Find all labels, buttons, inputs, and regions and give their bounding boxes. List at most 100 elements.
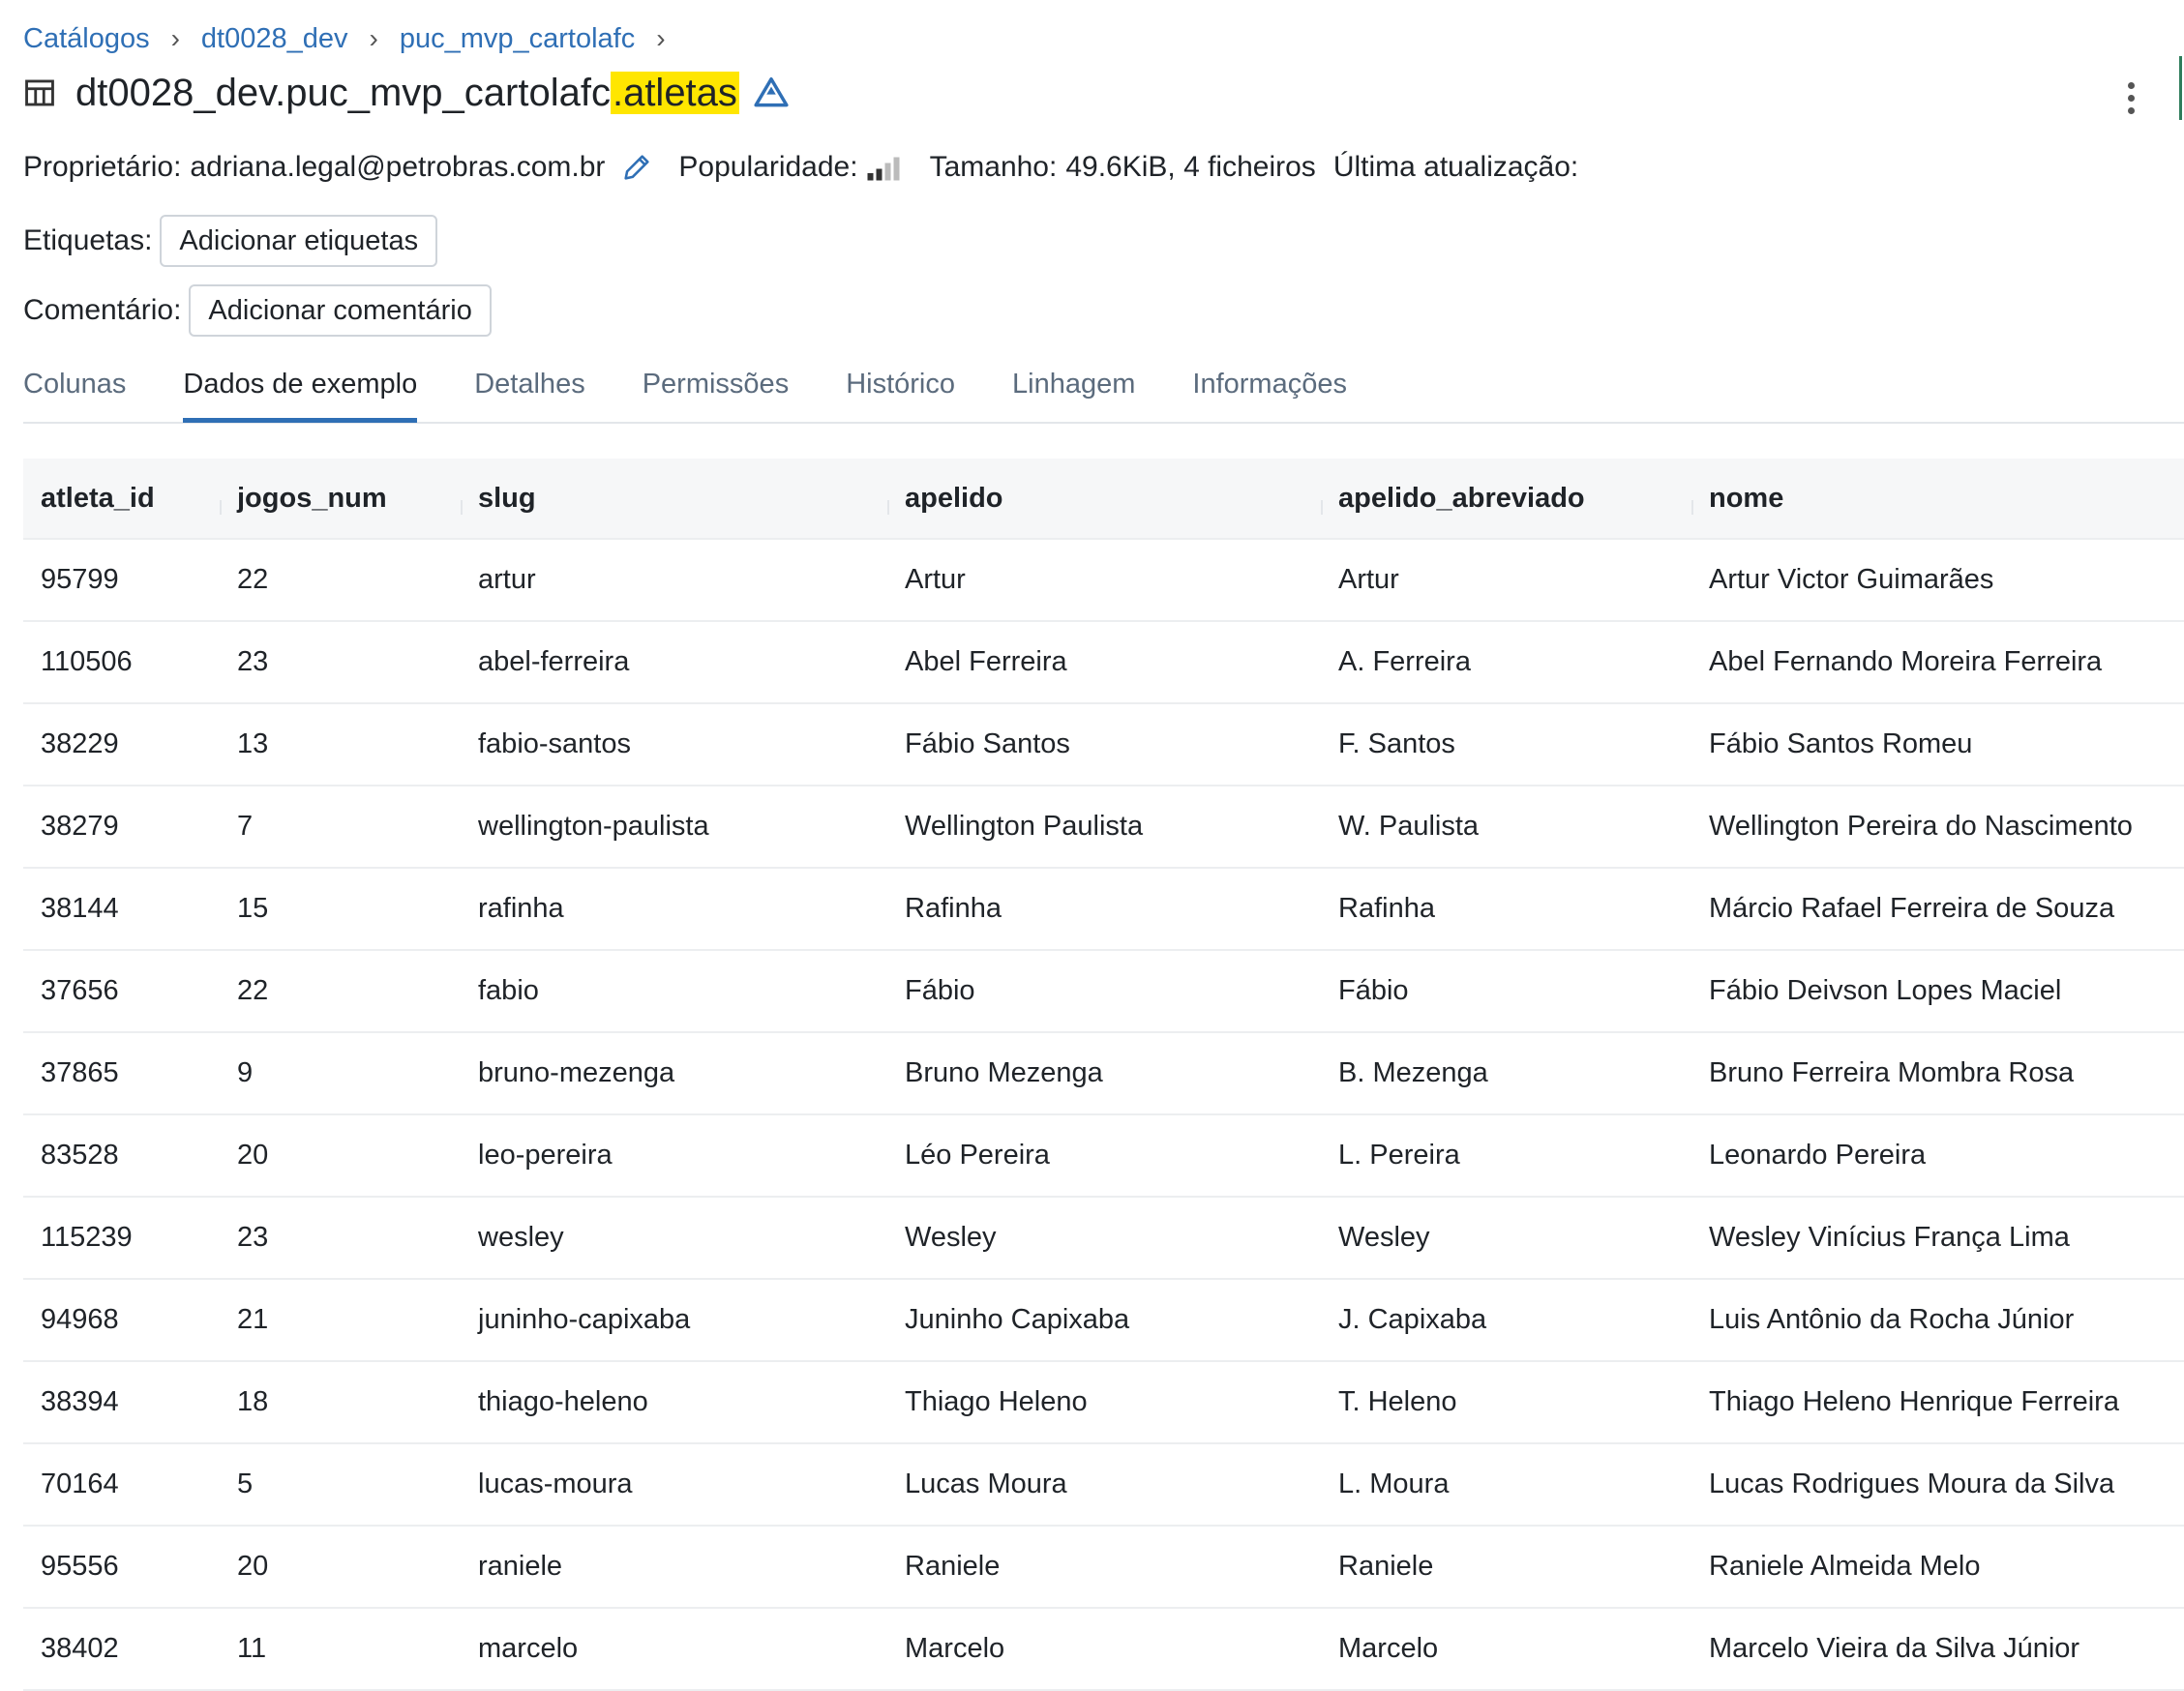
table-cell: lucas-moura: [478, 1468, 633, 1499]
column-header[interactable]: jogos_num: [220, 483, 461, 515]
table-cell: 38229: [41, 728, 119, 759]
tab-details[interactable]: Detalhes: [474, 364, 584, 418]
table-cell: fabio: [478, 975, 539, 1006]
table-cell: Marcelo: [905, 1633, 1005, 1664]
table-cell: Raniele: [905, 1551, 1001, 1582]
add-comment-button[interactable]: Adicionar comentário: [189, 284, 492, 337]
table-row: 70164 5 lucas-moura Lucas Moura L. Moura Luca…: [23, 1444, 2184, 1527]
popularity-bars-icon: [867, 157, 900, 181]
popularity-label: Popularidade:: [678, 151, 858, 183]
table-cell: 9: [237, 1057, 254, 1088]
more-options-icon[interactable]: [2113, 75, 2148, 120]
tags-label: Etiquetas:: [23, 224, 153, 256]
table-cell: 22: [237, 564, 269, 595]
table-cell: Fábio Santos: [905, 728, 1070, 759]
table-row: 83528 20 leo-pereira Léo Pereira L. Pereira L…: [23, 1115, 2184, 1198]
table-cell: 38279: [41, 811, 119, 842]
tab-permissions[interactable]: Permissões: [643, 364, 790, 418]
table-cell: Marcelo: [1338, 1633, 1439, 1664]
table-cell: Wellington Paulista: [905, 811, 1144, 842]
table-cell: wellington-paulista: [478, 811, 709, 842]
table-cell: raniele: [478, 1551, 563, 1582]
metadata-row: Proprietário: adriana.legal@petrobras.co…: [23, 145, 1578, 190]
table-cell: Márcio Rafael Ferreira de Souza: [1709, 893, 2115, 924]
table-row: 115239 23 wesley Wesley Wesley Wesley Viníciu…: [23, 1198, 2184, 1280]
table-row: 38402 11 marcelo Marcelo Marcelo Marcelo Viei…: [23, 1609, 2184, 1691]
table-body: 95799 22 artur Artur Artur Artur Victor Guima…: [23, 540, 2184, 1691]
page-title: dt0028_dev.puc_mvp_cartolafc.atletas: [75, 71, 739, 115]
table-cell: 15: [237, 893, 269, 924]
table-cell: 94968: [41, 1304, 119, 1335]
table-cell: bruno-mezenga: [478, 1057, 675, 1088]
table-cell: rafinha: [478, 893, 564, 924]
table-cell: Bruno Mezenga: [905, 1057, 1103, 1088]
table-cell: marcelo: [478, 1633, 579, 1664]
tab-history[interactable]: Histórico: [846, 364, 955, 418]
table-cell: 21: [237, 1304, 269, 1335]
table-cell: juninho-capixaba: [478, 1304, 691, 1335]
table-cell: Abel Ferreira: [905, 646, 1067, 677]
table-cell: T. Heleno: [1338, 1386, 1457, 1417]
table-cell: 38402: [41, 1633, 119, 1664]
column-header[interactable]: slug: [461, 483, 887, 515]
table-row: 95799 22 artur Artur Artur Artur Victor Guima…: [23, 540, 2184, 622]
chevron-right-icon[interactable]: ›: [656, 23, 665, 54]
table-cell: Rafinha: [1338, 893, 1435, 924]
breadcrumb-catalogs[interactable]: Catálogos: [23, 23, 150, 55]
table-cell: 38394: [41, 1386, 119, 1417]
table-cell: Artur Victor Guimarães: [1709, 564, 1994, 595]
table-cell: 115239: [41, 1222, 133, 1253]
table-cell: Fábio Deivson Lopes Maciel: [1709, 975, 2062, 1006]
table-cell: Thiago Heleno Henrique Ferreira: [1709, 1386, 2119, 1417]
table-cell: W. Paulista: [1338, 811, 1480, 842]
table-cell: 38144: [41, 893, 119, 924]
tab-insights[interactable]: Informações: [1192, 364, 1347, 418]
table-cell: 7: [237, 811, 254, 842]
tags-row: Etiquetas: Adicionar etiquetas: [23, 215, 438, 267]
column-header[interactable]: apelido_abreviado: [1321, 483, 1691, 515]
table-header-row: atleta_id jogos_num slug apelido apelido…: [23, 459, 2184, 540]
table-cell: Lucas Rodrigues Moura da Silva: [1709, 1468, 2115, 1499]
size-value: 49.6KiB, 4 ficheiros: [1065, 151, 1316, 183]
table-cell: 22: [237, 975, 269, 1006]
owner-value: adriana.legal@petrobras.com.br: [190, 151, 606, 183]
table-cell: Thiago Heleno: [905, 1386, 1088, 1417]
table-cell: 70164: [41, 1468, 119, 1499]
column-header[interactable]: nome: [1691, 483, 2184, 515]
table-cell: Lucas Moura: [905, 1468, 1067, 1499]
table-cell: 37656: [41, 975, 119, 1006]
breadcrumb-schema[interactable]: puc_mvp_cartolafc: [400, 23, 635, 55]
table-cell: Luis Antônio da Rocha Júnior: [1709, 1304, 2075, 1335]
table-cell: L. Pereira: [1338, 1140, 1460, 1171]
tab-columns[interactable]: Colunas: [23, 364, 126, 418]
table-cell: Abel Fernando Moreira Ferreira: [1709, 646, 2103, 677]
table-cell: 11: [237, 1633, 267, 1664]
table-cell: 23: [237, 1222, 269, 1253]
tab-lineage[interactable]: Linhagem: [1012, 364, 1135, 418]
table-cell: Leonardo Pereira: [1709, 1140, 1927, 1171]
table-cell: B. Mezenga: [1338, 1057, 1488, 1088]
breadcrumb: Catálogos › dt0028_dev › puc_mvp_cartola…: [23, 19, 687, 58]
table-cell: 5: [237, 1468, 254, 1499]
chevron-right-icon: ›: [170, 23, 180, 53]
column-header[interactable]: atleta_id: [23, 483, 220, 515]
table-cell: artur: [478, 564, 536, 595]
table-cell: Marcelo Vieira da Silva Júnior: [1709, 1633, 2080, 1664]
table-cell: Rafinha: [905, 893, 1002, 924]
tab-sample-data[interactable]: Dados de exemplo: [183, 364, 418, 423]
last-updated-label: Última atualização:: [1332, 151, 1579, 183]
add-tags-button[interactable]: Adicionar etiquetas: [160, 215, 438, 267]
chevron-right-icon: ›: [369, 23, 378, 53]
table-cell: Artur: [905, 564, 966, 595]
table-row: 38394 18 thiago-heleno Thiago Heleno T. Hele…: [23, 1362, 2184, 1444]
column-header[interactable]: apelido: [887, 483, 1321, 515]
table-cell: 23: [237, 646, 269, 677]
table-cell: wesley: [478, 1222, 564, 1253]
edit-owner-pencil-icon[interactable]: [620, 151, 653, 184]
tab-bar: Colunas Dados de exemplo Detalhes Permis…: [23, 364, 2184, 424]
breadcrumb-catalog[interactable]: dt0028_dev: [201, 23, 348, 55]
table-row: 37865 9 bruno-mezenga Bruno Mezenga B. Mezen…: [23, 1033, 2184, 1115]
comment-label: Comentário:: [23, 294, 182, 326]
table-cell: Wesley: [905, 1222, 997, 1253]
table-cell: Fábio: [1338, 975, 1409, 1006]
